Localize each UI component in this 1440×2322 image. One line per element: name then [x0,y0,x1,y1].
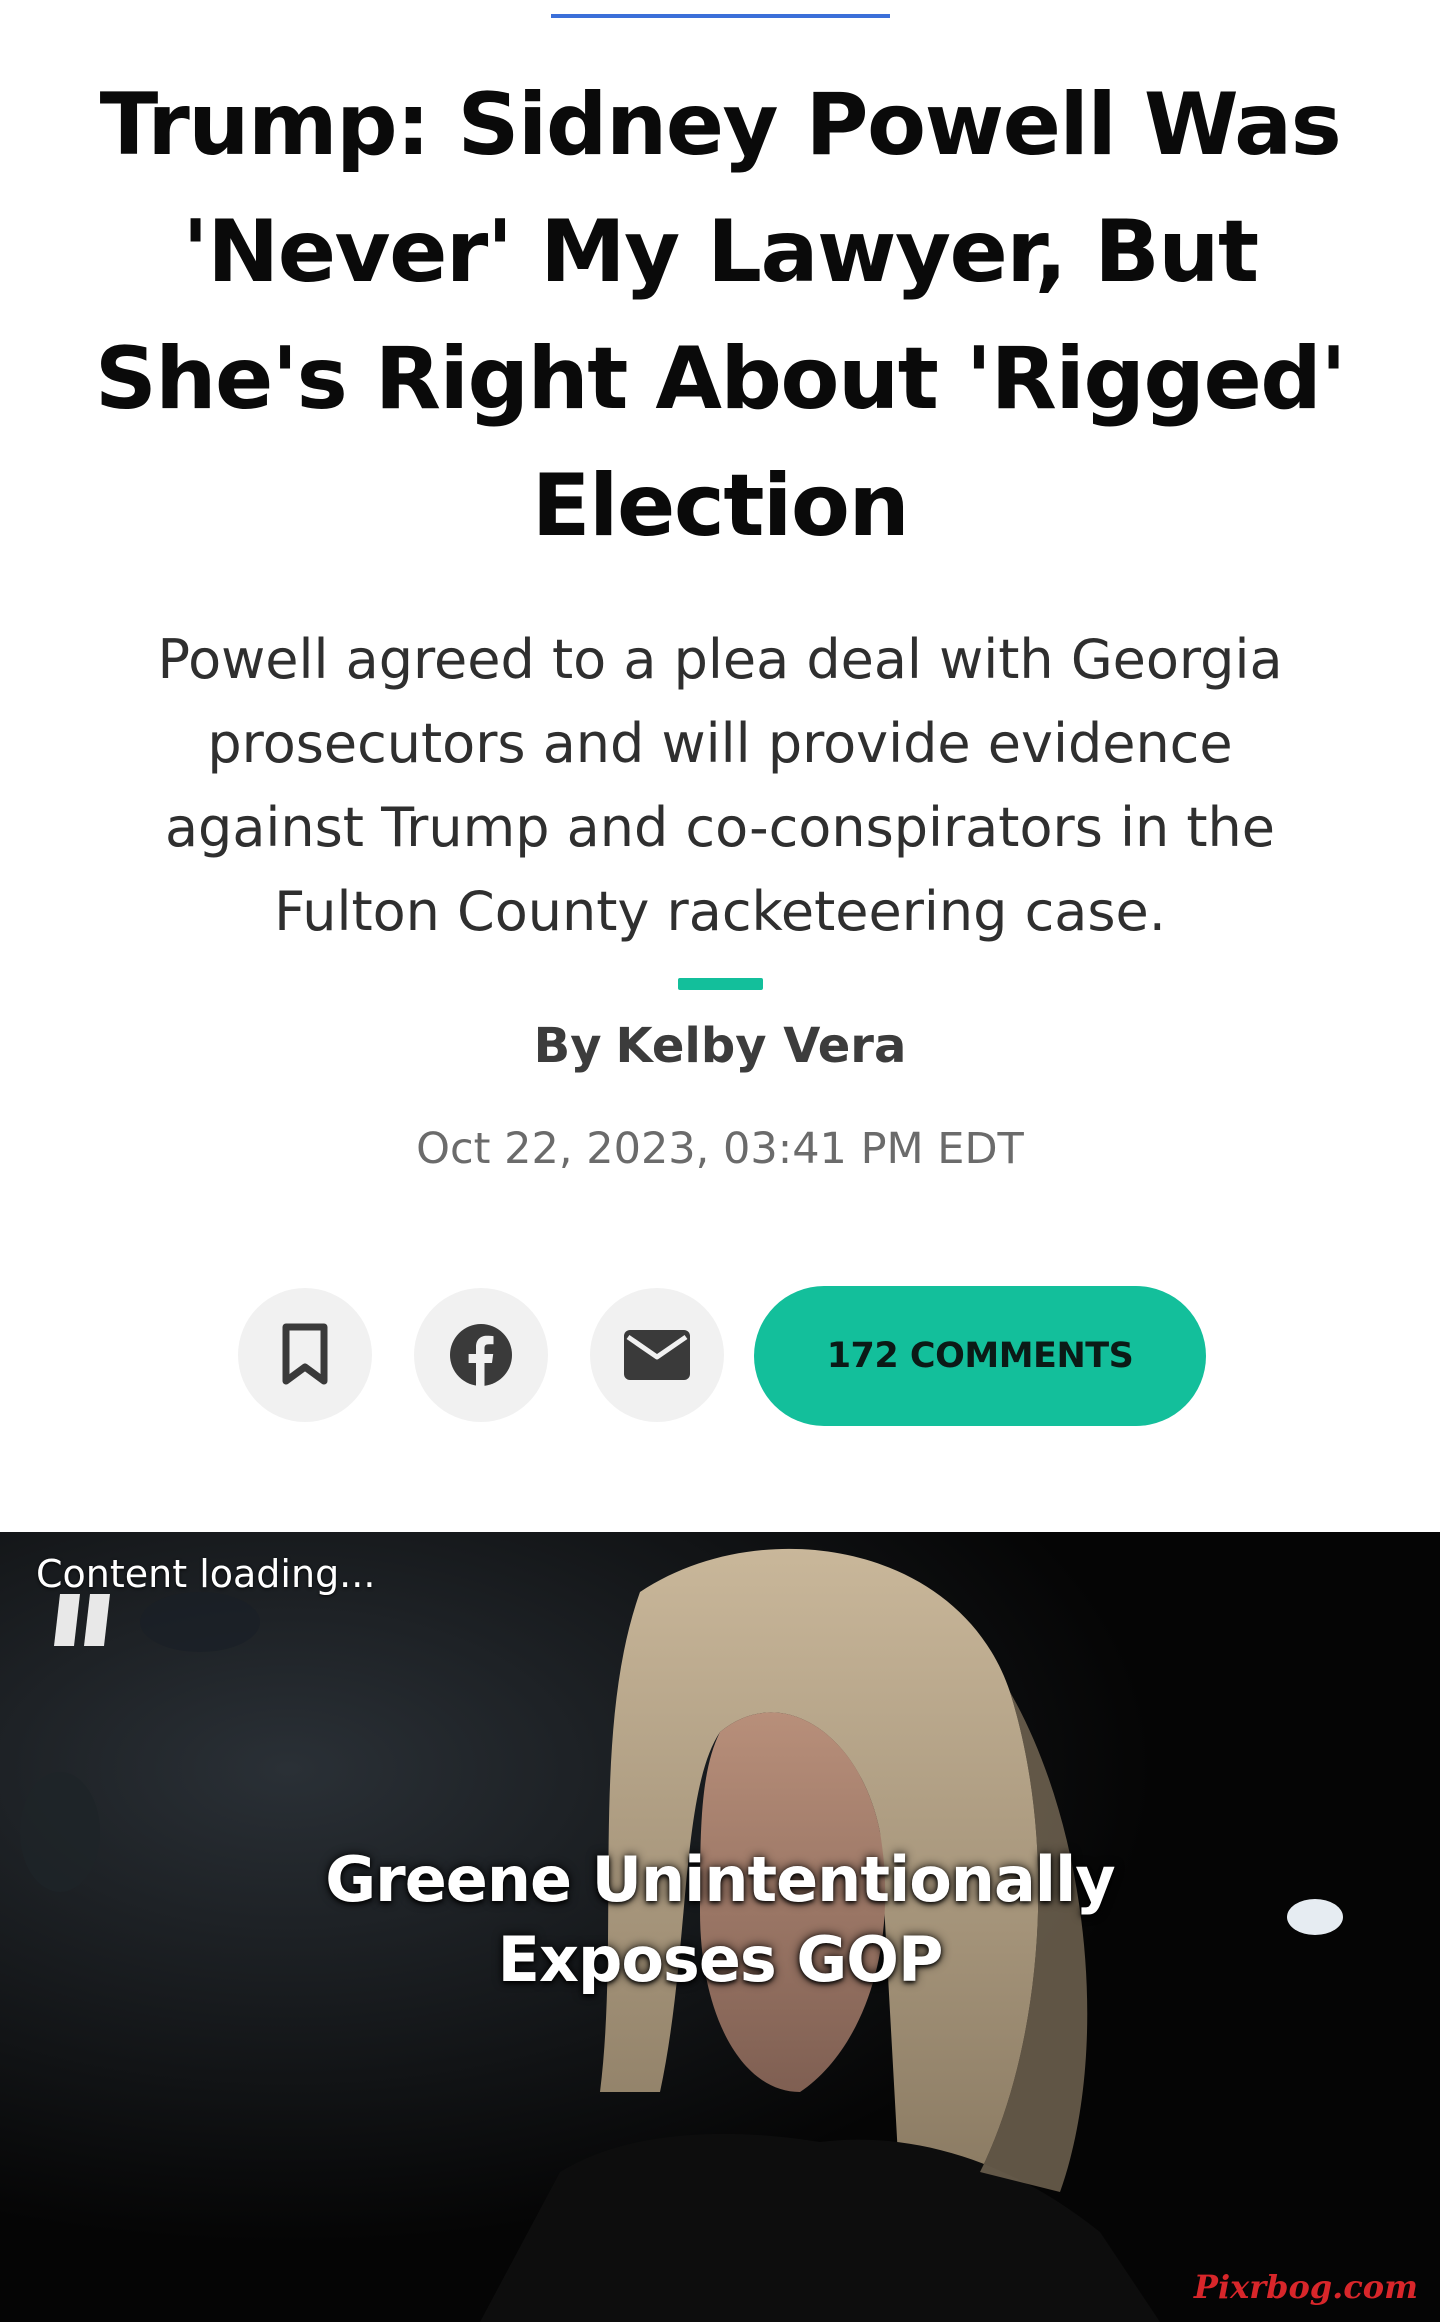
dek-line: Powell agreed to a plea deal with Georgi… [157,628,1283,691]
bookmark-button[interactable] [238,1288,372,1422]
headline-line: Election [531,456,910,556]
dek-line: against Trump and co-conspirators in the [164,796,1276,859]
video-player[interactable]: Content loading... Greene Unintentionall… [0,1532,1440,2322]
facebook-share-button[interactable] [414,1288,548,1422]
video-loading-status: Content loading... [36,1552,376,1596]
facebook-icon [450,1324,512,1387]
bookmark-icon [282,1323,328,1385]
email-icon [624,1330,690,1380]
top-rule [551,14,890,18]
publish-timestamp: Oct 22, 2023, 03:41 PM EDT [416,1124,1024,1174]
caption-line: Greene Unintentionally [325,1843,1115,1916]
video-caption: Greene Unintentionally Exposes GOP [0,1840,1440,2000]
pause-icon[interactable] [54,1592,116,1648]
dek-line: prosecutors and will provide evidence [207,712,1233,775]
headline-line: 'Never' My Lawyer, But [182,202,1259,302]
accent-divider [678,978,763,990]
headline-line: Trump: Sidney Powell Was [99,75,1342,175]
share-actions: 172 COMMENTS [238,1286,1208,1426]
byline: By Kelby Vera [0,1018,1440,1074]
article-dek: Powell agreed to a plea deal with Georgi… [110,618,1330,954]
caption-line: Exposes GOP [497,1923,944,1996]
watermark: Pixrbog.com [1193,2268,1418,2306]
comments-button[interactable]: 172 COMMENTS [754,1286,1206,1426]
headline-line: She's Right About 'Rigged' [94,329,1347,429]
email-share-button[interactable] [590,1288,724,1422]
article-headline: Trump: Sidney Powell Was 'Never' My Lawy… [90,62,1350,570]
dek-line: Fulton County racketeering case. [274,880,1166,943]
author-link[interactable]: Kelby Vera [616,1018,907,1074]
byline-prefix: By [533,1018,602,1074]
